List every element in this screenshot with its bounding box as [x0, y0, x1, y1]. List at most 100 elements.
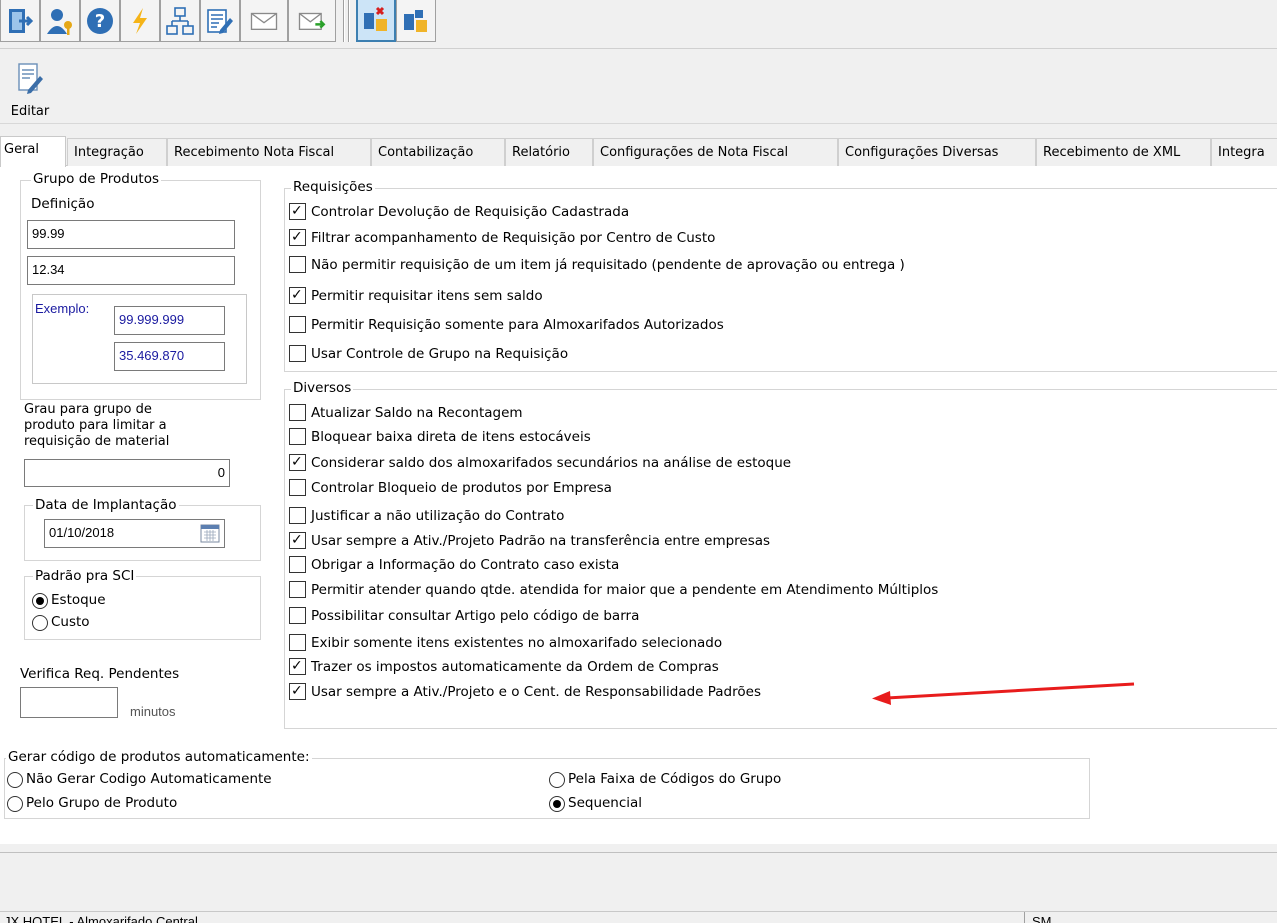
requisicoes-checkbox[interactable] [289, 345, 306, 362]
requisicoes-checkbox[interactable] [289, 256, 306, 273]
requisicoes-checkbox[interactable]: ✓ [289, 203, 306, 220]
tab-relatorio[interactable]: Relatório [505, 138, 593, 166]
minutos-label: minutos [130, 704, 176, 719]
svg-text:?: ? [95, 11, 105, 32]
lightning-icon[interactable] [120, 0, 160, 42]
clipped-row [0, 830, 1277, 836]
diversos-option-label: Justificar a não utilização do Contrato [311, 508, 565, 524]
diversos-checkbox[interactable]: ✓ [289, 532, 306, 549]
status-right: SM [1032, 914, 1052, 923]
gerar-codigo-title: Gerar código de produtos automaticamente… [6, 749, 312, 765]
requisicoes-option-label: Filtrar acompanhamento de Requisição por… [311, 230, 716, 246]
radio-pela-faixa[interactable] [549, 772, 565, 788]
tab-geral[interactable]: Geral [0, 136, 66, 167]
requisicoes-checkbox[interactable]: ✓ [289, 287, 306, 304]
grau-field[interactable]: 0 [24, 459, 230, 487]
exemplo-field-1: 99.999.999 [114, 306, 225, 335]
help-icon[interactable]: ? [80, 0, 120, 42]
diversos-checkbox[interactable] [289, 634, 306, 651]
check-icon: ✓ [291, 287, 303, 303]
requisicoes-option-label: Permitir requisitar itens sem saldo [311, 288, 543, 304]
toolbar-separator [348, 0, 350, 42]
diversos-checkbox[interactable] [289, 404, 306, 421]
diversos-checkbox[interactable]: ✓ [289, 454, 306, 471]
diversos-checkbox[interactable] [289, 507, 306, 524]
tab-recebimento-xml[interactable]: Recebimento de XML [1036, 138, 1211, 166]
diversos-option-label: Exibir somente itens existentes no almox… [311, 635, 723, 651]
definicao-field-1[interactable]: 99.99 [27, 220, 235, 249]
requisicoes-option-label: Usar Controle de Grupo na Requisição [311, 346, 569, 362]
diversos-option-label: Usar sempre a Ativ./Projeto Padrão na tr… [311, 533, 771, 549]
exit-icon[interactable] [0, 0, 40, 42]
tab-contabilizacao[interactable]: Contabilização [371, 138, 505, 166]
padrao-sci-group [24, 576, 261, 640]
data-implantacao-value: 01/10/2018 [49, 525, 115, 540]
diversos-checkbox[interactable] [289, 607, 306, 624]
toolbar-separator [343, 0, 345, 42]
definicao-field-2[interactable]: 12.34 [27, 256, 235, 285]
custo-label: Custo [51, 614, 90, 630]
grupo-produtos-title: Grupo de Produtos [31, 171, 161, 187]
diversos-option-label: Possibilitar consultar Artigo pelo códig… [311, 608, 640, 624]
edit-button-label: Editar [10, 104, 50, 119]
mail-icon[interactable] [240, 0, 288, 42]
radio-sequencial[interactable] [549, 796, 565, 812]
edit-document-icon [18, 63, 43, 94]
tab-config-diversas[interactable]: Configurações Diversas [838, 138, 1036, 166]
grau-label-3: requisição de material [24, 434, 170, 449]
requisicoes-option-label: Permitir Requisição somente para Almoxar… [311, 317, 724, 333]
status-left: JX HOTEL - Almoxarifado Central [4, 914, 198, 923]
check-icon: ✓ [291, 203, 303, 219]
diversos-option-label: Atualizar Saldo na Recontagem [311, 405, 523, 421]
data-implantacao-title: Data de Implantação [33, 497, 179, 513]
edit-button[interactable]: Editar [4, 58, 56, 119]
diversos-option-label: Trazer os impostos automaticamente da Or… [311, 659, 719, 675]
requisicoes-checkbox[interactable]: ✓ [289, 229, 306, 246]
data-implantacao-field[interactable]: 01/10/2018 [44, 519, 225, 548]
org-chart-icon[interactable] [160, 0, 200, 42]
status-divider [1024, 912, 1025, 923]
radio-estoque[interactable] [32, 593, 48, 609]
diversos-checkbox[interactable]: ✓ [289, 683, 306, 700]
status-area: JX HOTEL - Almoxarifado Central SM [0, 852, 1277, 923]
annotation-arrow [872, 682, 1135, 705]
form-edit-icon[interactable] [200, 0, 240, 42]
settings-tabs: Geral Integração Recebimento Nota Fiscal… [0, 136, 1277, 167]
action-bar: Editar [0, 50, 1277, 124]
tab-recebimento-nota-fiscal[interactable]: Recebimento Nota Fiscal [167, 138, 371, 166]
diversos-option-label: Obrigar a Informação do Contrato caso ex… [311, 557, 620, 573]
tab-integra[interactable]: Integra [1211, 138, 1277, 166]
verifica-label: Verifica Req. Pendentes [20, 666, 180, 682]
module-close-icon[interactable] [356, 0, 396, 42]
diversos-checkbox[interactable] [289, 581, 306, 598]
check-icon: ✓ [291, 683, 303, 699]
check-icon: ✓ [291, 454, 303, 470]
tab-integracao[interactable]: Integração [67, 138, 167, 166]
mail-send-icon[interactable] [288, 0, 336, 42]
radio-nao-gerar[interactable] [7, 772, 23, 788]
radio-pelo-grupo[interactable] [7, 796, 23, 812]
diversos-option-label: Usar sempre a Ativ./Projeto e o Cent. de… [311, 684, 761, 700]
user-key-icon[interactable] [40, 0, 80, 42]
check-icon: ✓ [291, 658, 303, 674]
exemplo-field-2: 35.469.870 [114, 342, 225, 371]
requisicoes-checkbox[interactable] [289, 316, 306, 333]
diversos-option-label: Controlar Bloqueio de produtos por Empre… [311, 480, 612, 496]
radio-custo[interactable] [32, 615, 48, 631]
pelo-grupo-label: Pelo Grupo de Produto [26, 795, 178, 811]
tab-config-nota-fiscal[interactable]: Configurações de Nota Fiscal [593, 138, 838, 166]
diversos-checkbox[interactable] [289, 479, 306, 496]
diversos-checkbox[interactable]: ✓ [289, 658, 306, 675]
requisicoes-option-label: Controlar Devolução de Requisição Cadast… [311, 204, 630, 220]
geral-panel: Grupo de Produtos Definição 99.99 12.34 … [0, 166, 1277, 844]
definicao-label: Definição [31, 196, 95, 212]
diversos-checkbox[interactable] [289, 428, 306, 445]
module-icon[interactable] [396, 0, 436, 42]
diversos-checkbox[interactable] [289, 556, 306, 573]
diversos-title: Diversos [291, 380, 354, 396]
verifica-field[interactable] [20, 687, 118, 718]
sequencial-label: Sequencial [568, 795, 643, 811]
padrao-sci-title: Padrão pra SCI [33, 568, 137, 584]
calendar-icon[interactable] [200, 524, 220, 543]
nao-gerar-label: Não Gerar Codigo Automaticamente [26, 771, 272, 787]
